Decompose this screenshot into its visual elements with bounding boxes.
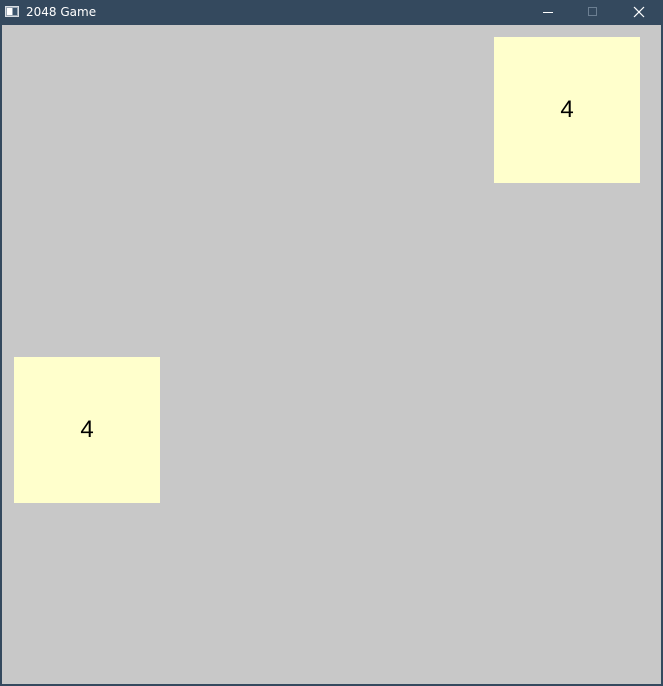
tile-4: 4 [494,37,640,183]
minimize-icon [543,12,553,13]
window-title: 2048 Game [26,5,97,19]
app-window-icon[interactable] [5,6,19,17]
minimize-button[interactable] [526,0,571,25]
maximize-button[interactable] [571,0,616,25]
game-board[interactable]: 4 4 [2,25,661,684]
tile-4: 4 [14,357,160,503]
close-button[interactable] [616,0,661,25]
game-window: 2048 Game 4 4 [0,0,663,686]
maximize-icon [588,7,597,16]
close-icon [633,6,645,18]
tile-value: 4 [560,96,574,123]
tile-value: 4 [80,416,94,443]
title-bar[interactable]: 2048 Game [0,0,663,25]
